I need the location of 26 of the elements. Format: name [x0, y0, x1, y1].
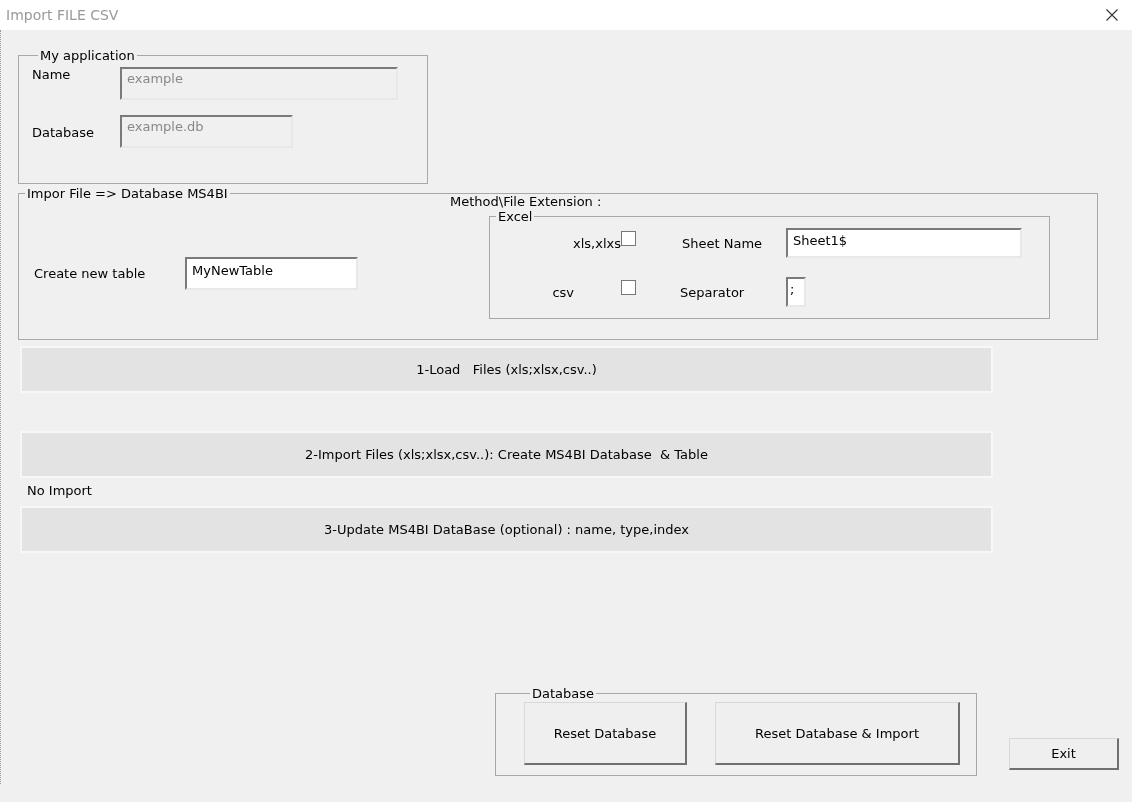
action-button[interactable]: 1-Load Files (xls;xlsx,csv..): [20, 346, 993, 393]
group-legend: Impor File => Database MS4BI: [25, 186, 230, 201]
field-label: Create new table: [34, 266, 147, 281]
action-button[interactable]: 3-Update MS4BI DataBase (optional) : name, type,index: [20, 506, 993, 553]
field-label: Name: [32, 67, 72, 82]
group-legend: Excel: [496, 209, 535, 224]
method-label: Method\File Extension :: [450, 194, 602, 209]
input-field[interactable]: ;: [786, 277, 806, 307]
checkbox[interactable]: [621, 230, 636, 246]
field-label: Database: [32, 125, 96, 140]
group-legend: My application: [38, 48, 137, 63]
option-label: xls,xlxs: [572, 235, 621, 251]
checkbox[interactable]: [621, 279, 636, 295]
close-icon[interactable]: [1106, 9, 1118, 21]
reset-button[interactable]: Reset Database: [524, 702, 687, 765]
window-title: Import FILE CSV: [6, 7, 119, 23]
input-field[interactable]: Sheet1$: [786, 228, 1022, 258]
input-field[interactable]: MyNewTable: [185, 257, 358, 290]
option-label: csv: [551, 284, 574, 300]
field-label: Sheet Name: [682, 235, 764, 251]
action-button[interactable]: 2-Import Files (xls;xlsx,csv..): Create MS4BI Database & Table: [20, 431, 993, 478]
field-label: Separator: [680, 284, 746, 300]
group-legend: Database: [530, 686, 597, 701]
status-text: No Import: [27, 483, 92, 498]
reset-button[interactable]: Reset Database & Import: [715, 702, 960, 765]
exit-button[interactable]: Exit: [1009, 738, 1119, 770]
